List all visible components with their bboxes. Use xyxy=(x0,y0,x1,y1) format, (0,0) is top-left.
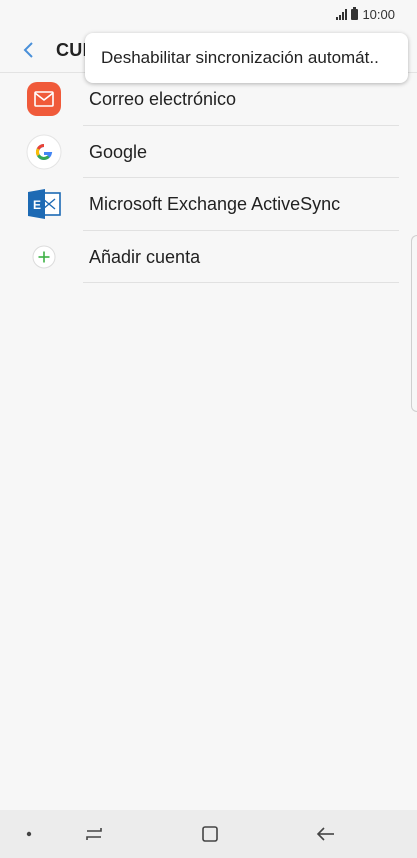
navigation-bar xyxy=(0,810,417,858)
nav-back-button[interactable] xyxy=(311,820,341,848)
status-bar: 10:00 xyxy=(0,0,417,28)
row-divider xyxy=(83,282,399,283)
battery-icon xyxy=(351,6,359,20)
scroll-handle[interactable] xyxy=(411,235,417,412)
account-row-add[interactable]: Añadir cuenta xyxy=(0,231,417,283)
add-icon xyxy=(26,239,62,275)
accounts-list: Correo electrónico Google E Microsoft Ex… xyxy=(0,73,417,283)
back-icon xyxy=(316,827,334,841)
overflow-popup-menu: Deshabilitar sincronización automát.. xyxy=(85,33,408,83)
menu-item-disable-auto-sync[interactable]: Deshabilitar sincronización automát.. xyxy=(101,48,396,68)
email-icon xyxy=(26,81,62,117)
home-button[interactable] xyxy=(195,820,225,848)
svg-text:E: E xyxy=(33,198,41,212)
recent-apps-button[interactable] xyxy=(79,820,109,848)
account-label: Añadir cuenta xyxy=(89,246,201,267)
account-row-google[interactable]: Google xyxy=(0,126,417,178)
account-label: Correo electrónico xyxy=(89,89,237,109)
signal-icon xyxy=(336,8,348,20)
dot-icon xyxy=(14,820,44,848)
back-button[interactable] xyxy=(14,36,42,64)
account-label: Microsoft Exchange ActiveSync xyxy=(89,194,341,214)
status-time: 10:00 xyxy=(362,6,395,22)
recent-apps-icon xyxy=(86,828,102,840)
status-icons: 10:00 xyxy=(336,6,395,22)
exchange-icon: E xyxy=(26,186,62,222)
account-row-exchange[interactable]: E Microsoft Exchange ActiveSync xyxy=(0,178,417,231)
account-label: Google xyxy=(89,141,148,162)
google-icon xyxy=(26,134,62,170)
home-icon xyxy=(202,826,218,842)
back-arrow-icon xyxy=(23,42,33,58)
